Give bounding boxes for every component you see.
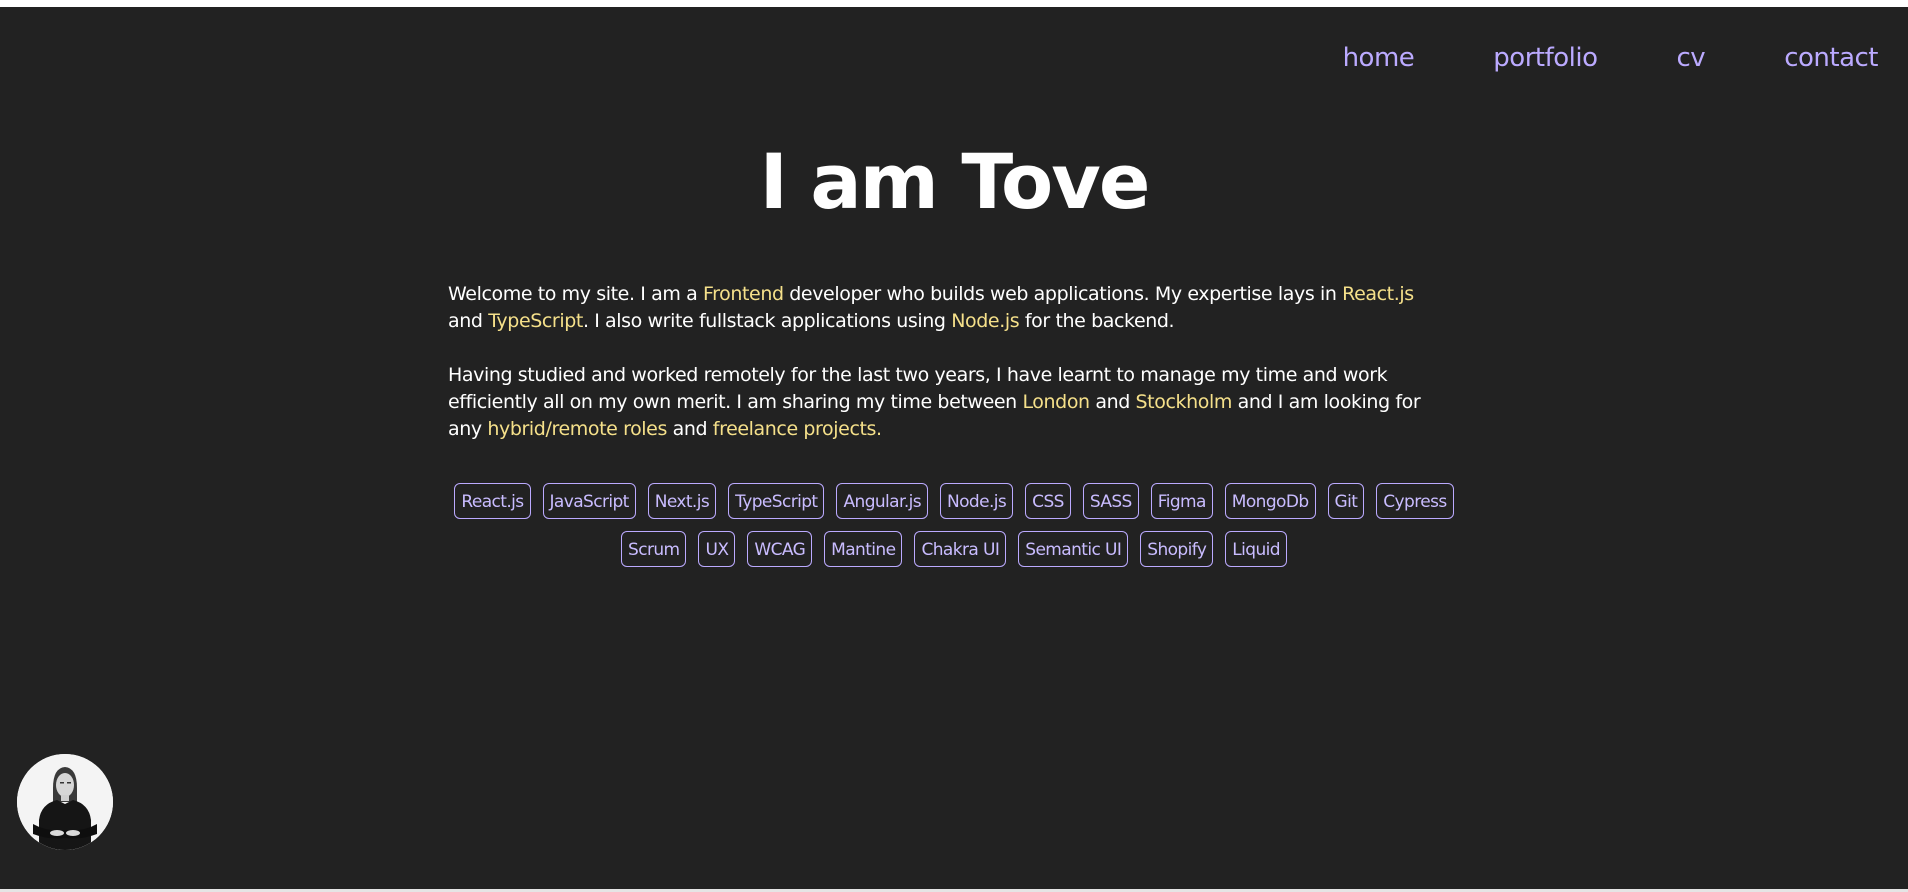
- highlight-freelance: freelance projects.: [712, 418, 882, 440]
- profile-photo-icon: [17, 754, 113, 850]
- page: home portfolio cv contact I am Tove Welc…: [0, 7, 1908, 889]
- text-segment: and: [448, 310, 489, 332]
- highlight-frontend: Frontend: [702, 283, 784, 305]
- skill-tag: Figma: [1150, 483, 1213, 519]
- nav-contact-link[interactable]: contact: [1784, 41, 1878, 75]
- highlight-typescript: TypeScript: [488, 310, 583, 332]
- skill-tag: WCAG: [747, 531, 813, 567]
- intro-text: Welcome to my site. I am a Frontend deve…: [448, 281, 1448, 470]
- nav-cv-link[interactable]: cv: [1677, 41, 1706, 75]
- top-nav: home portfolio cv contact: [1264, 41, 1879, 75]
- skill-tag: MongoDb: [1224, 483, 1316, 519]
- highlight-hybrid-remote: hybrid/remote roles: [487, 418, 667, 440]
- highlight-reactjs: React.js: [1342, 283, 1414, 305]
- intro-paragraph-1: Welcome to my site. I am a Frontend deve…: [448, 281, 1448, 335]
- skill-tag: React.js: [454, 483, 531, 519]
- highlight-nodejs: Node.js: [951, 310, 1020, 332]
- skill-tag: Next.js: [647, 483, 717, 519]
- skill-tag: Liquid: [1225, 531, 1287, 567]
- skill-tag: Chakra UI: [914, 531, 1007, 567]
- skill-tag: UX: [698, 531, 736, 567]
- skill-tag: Angular.js: [836, 483, 929, 519]
- text-segment: for the backend.: [1019, 310, 1175, 332]
- text-segment: . I also write fullstack applications us…: [582, 310, 952, 332]
- highlight-stockholm: Stockholm: [1135, 391, 1233, 413]
- nav-home-link[interactable]: home: [1343, 41, 1415, 75]
- intro-paragraph-2: Having studied and worked remotely for t…: [448, 362, 1448, 443]
- nav-portfolio-link[interactable]: portfolio: [1493, 41, 1598, 75]
- avatar[interactable]: [17, 754, 113, 850]
- skill-tag: Mantine: [824, 531, 903, 567]
- skill-tag: Shopify: [1140, 531, 1214, 567]
- text-segment: and: [666, 418, 713, 440]
- page-title: I am Tove: [759, 137, 1151, 226]
- skill-tag: Scrum: [621, 531, 687, 567]
- skill-tag: TypeScript: [728, 483, 825, 519]
- skill-tag: Semantic UI: [1018, 531, 1129, 567]
- text-segment: Welcome to my site. I am a: [448, 283, 703, 305]
- skill-tag: CSS: [1025, 483, 1071, 519]
- skill-tag: Node.js: [940, 483, 1014, 519]
- text-segment: and: [1089, 391, 1136, 413]
- skills-tag-list: React.js JavaScript Next.js TypeScript A…: [440, 483, 1468, 567]
- skill-tag: Cypress: [1376, 483, 1454, 519]
- skill-tag: JavaScript: [542, 483, 636, 519]
- skill-tag: Git: [1327, 483, 1365, 519]
- text-segment: developer who builds web applications. M…: [783, 283, 1343, 305]
- skill-tag: SASS: [1082, 483, 1139, 519]
- highlight-london: London: [1022, 391, 1090, 413]
